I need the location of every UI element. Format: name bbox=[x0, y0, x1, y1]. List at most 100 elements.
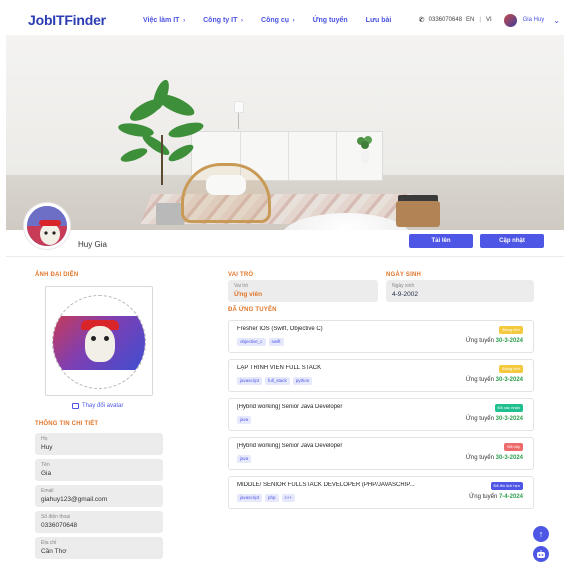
status-badge: Đang chờ bbox=[499, 365, 523, 373]
address-field[interactable]: Địa chỉ Cần Thơ bbox=[35, 537, 163, 559]
main-menu: Việc làm IT › Công ty IT › Công cụ › Ứng… bbox=[143, 17, 409, 24]
phone-field[interactable]: Số điện thoại 0336070648 bbox=[35, 511, 163, 533]
birth-date-field[interactable]: Ngày sinh 4-9-2002 bbox=[386, 280, 534, 302]
menu-item-label: Lưu bài bbox=[365, 16, 392, 24]
menu-item-label: Công cụ bbox=[261, 16, 290, 24]
field-label: Số điện thoại bbox=[41, 514, 71, 520]
field-label: Ngày sinh bbox=[392, 283, 415, 289]
chevron-right-icon: › bbox=[291, 17, 295, 24]
job-title[interactable]: LẬP TRÌNH VIÊN FULL STACK bbox=[237, 365, 437, 371]
phone-icon: ✆ bbox=[418, 17, 425, 24]
top-navbar: JobITFinder Việc làm IT › Công ty IT › C… bbox=[0, 0, 570, 40]
cover-banner bbox=[6, 35, 564, 230]
scroll-top-button[interactable]: ↑ bbox=[533, 526, 549, 542]
field-value: Huy bbox=[41, 444, 53, 451]
applied-prefix: Ứng tuyển bbox=[465, 377, 494, 383]
lang-vi[interactable]: VI bbox=[486, 17, 492, 23]
applied-job-card[interactable]: MIDDLE/ SENIOR FULLSTACK DEVELOPER (PHP/… bbox=[228, 476, 534, 509]
applied-date-value: 30-3-2024 bbox=[495, 416, 523, 422]
applied-prefix: Ứng tuyển bbox=[469, 494, 498, 500]
applied-date-value: 30-3-2024 bbox=[495, 338, 523, 344]
chevron-right-icon: › bbox=[181, 17, 186, 24]
applied-prefix: Ứng tuyển bbox=[465, 416, 494, 422]
menu-item-label: Công ty IT bbox=[203, 16, 238, 24]
applied-date: Ứng tuyển 30-3-2024 bbox=[466, 377, 523, 383]
field-label: Địa chỉ bbox=[41, 540, 57, 546]
job-tag: javascript bbox=[237, 377, 263, 385]
applied-date: Ứng tuyển 30-3-2024 bbox=[466, 338, 523, 344]
menu-item-label: Việc làm IT bbox=[143, 16, 180, 24]
job-title[interactable]: MIDDLE/ SENIOR FULLSTACK DEVELOPER (PHP/… bbox=[237, 482, 437, 488]
job-title[interactable]: [Hybrid working] Senior Java Developer bbox=[237, 443, 437, 449]
upload-button[interactable]: Tải lên bbox=[409, 234, 473, 248]
chevron-down-icon[interactable]: ⌄ bbox=[553, 16, 560, 25]
job-title[interactable]: Fresher IOS (Swift, Objective C) bbox=[237, 326, 437, 332]
job-tag: php bbox=[265, 494, 279, 502]
image-icon bbox=[72, 403, 79, 409]
phone-number: 0336070648 bbox=[428, 17, 463, 23]
field-label: Email bbox=[41, 488, 54, 494]
user-name[interactable]: Gia Huy bbox=[523, 17, 545, 23]
status-badge: Đã lên lịch hẹn bbox=[490, 482, 523, 490]
banner-pot bbox=[156, 203, 184, 225]
role-value: Ứng viên bbox=[234, 291, 263, 298]
menu-item-saved[interactable]: Lưu bài bbox=[366, 17, 392, 24]
field-label: Họ bbox=[41, 436, 48, 442]
avatar-preview bbox=[52, 295, 146, 389]
site-logo[interactable]: JobITFinder bbox=[28, 12, 118, 28]
menu-item-tools[interactable]: Công cụ › bbox=[261, 17, 295, 24]
applied-date-value: 30-3-2024 bbox=[495, 377, 523, 383]
avatar-section-label: ẢNH ĐẠI DIỆN bbox=[35, 272, 79, 278]
update-button[interactable]: Cập nhật bbox=[480, 234, 544, 248]
applied-date-value: 7-4-2024 bbox=[498, 494, 523, 500]
applied-job-card[interactable]: LẬP TRÌNH VIÊN FULL STACK javascript ful… bbox=[228, 359, 534, 392]
details-section-label: THÔNG TIN CHI TIẾT bbox=[35, 421, 99, 427]
field-value: Gia bbox=[41, 470, 52, 477]
field-value: giahuy123@gmail.com bbox=[41, 496, 108, 503]
user-avatar[interactable] bbox=[503, 13, 517, 27]
status-badge: Đã xác nhận bbox=[494, 404, 523, 412]
birth-date-value: 4-9-2002 bbox=[392, 291, 419, 298]
role-field: Vai trò Ứng viên bbox=[228, 280, 378, 302]
banner-pillow bbox=[206, 175, 246, 195]
last-name-field[interactable]: Họ Huy bbox=[35, 433, 163, 455]
applied-date: Ứng tuyển 30-3-2024 bbox=[466, 416, 523, 422]
job-tag: java bbox=[237, 416, 252, 424]
applied-job-card[interactable]: [Hybrid working] Senior Java Developer j… bbox=[228, 398, 534, 431]
applied-job-card[interactable]: [Hybrid working] Senior Java Developer j… bbox=[228, 437, 534, 470]
applied-prefix: Ứng tuyển bbox=[465, 455, 494, 461]
field-label: Vai trò bbox=[234, 283, 249, 289]
job-tag: objective_c bbox=[237, 338, 266, 346]
applied-date-value: 30-3-2024 bbox=[495, 455, 523, 461]
job-tag: full_stack bbox=[265, 377, 290, 385]
job-tag: c++ bbox=[281, 494, 296, 502]
banner-vase bbox=[357, 136, 372, 163]
menu-item-label: Ứng tuyển bbox=[312, 16, 348, 24]
change-avatar-label: Thay đổi avatar bbox=[82, 403, 124, 409]
applied-job-card[interactable]: Fresher IOS (Swift, Objective C) objecti… bbox=[228, 320, 534, 353]
birth-section-label: NGÀY SINH bbox=[386, 272, 422, 278]
banner-basket bbox=[396, 201, 440, 227]
change-avatar-link[interactable]: Thay đổi avatar bbox=[72, 403, 123, 409]
profile-avatar[interactable] bbox=[24, 203, 70, 249]
first-name-field[interactable]: Tên Gia bbox=[35, 459, 163, 481]
chatbot-button[interactable] bbox=[533, 546, 549, 562]
status-badge: Đang chờ bbox=[499, 326, 523, 334]
avatar-upload-box[interactable] bbox=[45, 286, 153, 396]
lang-en[interactable]: EN bbox=[466, 17, 474, 23]
chevron-right-icon: › bbox=[239, 17, 244, 24]
applied-date: Ứng tuyển 7-4-2024 bbox=[469, 494, 523, 500]
status-badge: Đã hủy bbox=[504, 443, 523, 451]
menu-item-companies[interactable]: Công ty IT › bbox=[203, 17, 243, 24]
email-field[interactable]: Email giahuy123@gmail.com bbox=[35, 485, 163, 507]
role-section-label: VAI TRÒ bbox=[228, 272, 254, 278]
applied-section-label: ĐÃ ỨNG TUYỂN bbox=[228, 307, 277, 313]
applied-prefix: Ứng tuyển bbox=[465, 338, 494, 344]
nav-right: ✆ 0336070648 EN | VI Gia Huy ⌄ bbox=[418, 13, 560, 27]
field-value: 0336070648 bbox=[41, 522, 78, 529]
profile-name: Huy Gia bbox=[78, 240, 107, 249]
menu-item-jobs[interactable]: Việc làm IT › bbox=[143, 17, 185, 24]
divider: | bbox=[479, 17, 481, 23]
job-title[interactable]: [Hybrid working] Senior Java Developer bbox=[237, 404, 437, 410]
menu-item-applied[interactable]: Ứng tuyển bbox=[313, 17, 348, 24]
